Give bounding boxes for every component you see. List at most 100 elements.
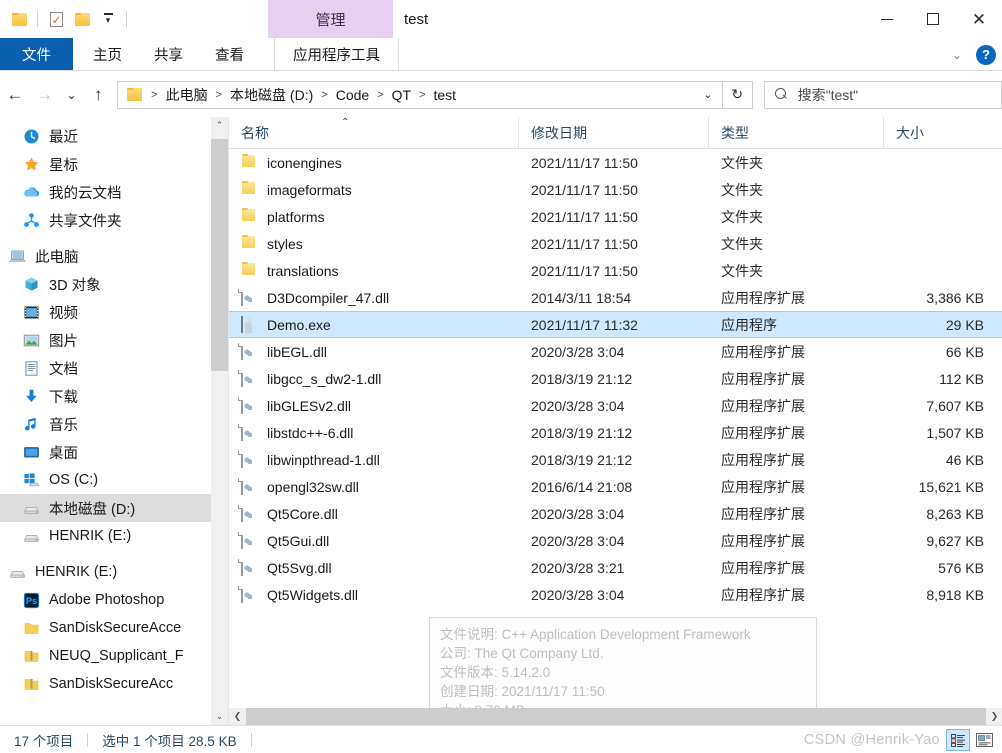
tab-share[interactable]: 共享 [138,38,199,70]
sidebar-item-sandisksecureacc[interactable]: SanDiskSecureAcc [0,670,228,698]
sidebar-item-音乐[interactable]: 音乐 [0,410,228,438]
scroll-left-button[interactable]: ❮ [229,708,246,725]
table-row[interactable]: translations 2021/11/17 11:50 文件夹 [229,257,1002,284]
cell-date: 2021/11/17 11:50 [531,181,638,198]
tab-file[interactable]: 文件 [0,38,73,70]
tab-home[interactable]: 主页 [77,38,138,70]
table-row[interactable]: Qt5Svg.dll 2020/3/28 3:21 应用程序扩展 576 KB [229,554,1002,581]
cell-date: 2021/11/17 11:50 [531,154,638,171]
help-button[interactable]: ? [976,44,996,65]
scroll-up-button[interactable]: ⌃ [211,117,228,134]
cell-size: 1,507 KB [926,424,984,441]
scrollbar-thumb[interactable] [211,139,228,371]
sidebar-item-henrik-e-[interactable]: HENRIK (E:) [0,558,228,586]
sort-ascending-icon: ⌃ [341,117,350,128]
tab-application-tools[interactable]: 应用程序工具 [274,38,399,70]
collapse-ribbon-button[interactable]: ⌄ [946,44,968,66]
details-view-button[interactable] [946,729,970,751]
new-folder-button[interactable] [6,6,32,32]
sidebar-item-os-c-[interactable]: OS (C:) [0,466,228,494]
sidebar-item-最近[interactable]: 最近 [0,122,228,150]
sidebar-item-视频[interactable]: 视频 [0,298,228,326]
breadcrumb-item-0[interactable]: 此电脑 [163,85,211,105]
sidebar-item-此电脑[interactable]: 此电脑 [0,242,228,270]
table-row[interactable]: libwinpthread-1.dll 2018/3/19 21:12 应用程序扩展… [229,446,1002,473]
sidebar-item-共享文件夹[interactable]: 共享文件夹 [0,206,228,234]
back-button[interactable]: ← [0,79,30,111]
file-list-horizontal-scrollbar[interactable]: ❮ ❯ [229,708,1002,725]
sidebar-item-neuq_supplicant_f[interactable]: NEUQ_Supplicant_F [0,642,228,670]
forward-button[interactable]: → [30,79,60,111]
breadcrumb-item-2[interactable]: Code [333,87,372,103]
table-row[interactable]: libstdc++-6.dll 2018/3/19 21:12 应用程序扩展 1,50… [229,419,1002,446]
address-path-box[interactable]: > 此电脑 > 本地磁盘 (D:) > Code > QT > test ⌄ [117,80,723,109]
sidebar-item-图片[interactable]: 图片 [0,326,228,354]
tab-view[interactable]: 查看 [199,38,260,70]
folder-icon [241,262,258,279]
sidebar-item-文档[interactable]: 文档 [0,354,228,382]
sidebar-item-3d-对象[interactable]: 3D 对象 [0,270,228,298]
minimize-button[interactable] [864,0,910,38]
table-row[interactable]: Demo.exe 2021/11/17 11:32 应用程序 29 KB [229,311,1002,338]
close-button[interactable]: ✕ [956,0,1002,38]
cell-size: 8,918 KB [926,586,984,603]
sidebar-item-我的云文档[interactable]: 我的云文档 [0,178,228,206]
watermark-text: CSDN @Henrik-Yao [803,732,940,748]
column-header-size[interactable]: 大小 [884,117,1002,149]
cell-size: 7,607 KB [926,397,984,414]
horizontal-scrollbar-thumb[interactable] [246,708,986,725]
table-row[interactable]: imageformats 2021/11/17 11:50 文件夹 [229,176,1002,203]
file-name: translations [267,262,339,279]
scroll-down-button[interactable]: ⌄ [211,708,228,725]
navigation-scrollbar[interactable]: ⌃ ⌄ [211,117,228,725]
cell-date: 2021/11/17 11:50 [531,235,638,252]
dll-icon [238,397,258,414]
sidebar-item-label: 我的云文档 [49,185,122,202]
large-icons-view-button[interactable] [972,729,996,751]
column-header-date[interactable]: 修改日期 [519,116,709,149]
sidebar-item-下载[interactable]: 下载 [0,382,228,410]
sidebar-item-桌面[interactable]: 桌面 [0,438,228,466]
table-row[interactable]: libgcc_s_dw2-1.dll 2018/3/19 21:12 应用程序扩展 1… [229,365,1002,392]
table-row[interactable]: libGLESv2.dll 2020/3/28 3:04 应用程序扩展 7,607 K… [229,392,1002,419]
cell-date: 2020/3/28 3:04 [531,397,625,414]
table-row[interactable]: Qt5Core.dll 2020/3/28 3:04 应用程序扩展 8,263 KB [229,500,1002,527]
customize-qat-button[interactable]: ▾ [95,6,121,32]
recent-locations-button[interactable]: ⌄ [60,79,84,111]
file-name: Qt5Gui.dll [267,532,330,549]
zip-icon [22,648,41,665]
cell-type: 应用程序扩展 [721,559,805,576]
sidebar-item-星标[interactable]: 星标 [0,150,228,178]
search-input[interactable]: 搜索"test" [763,80,1002,109]
maximize-button[interactable] [910,0,956,38]
up-button[interactable]: ↑ [83,79,113,111]
status-divider-2 [250,732,252,747]
table-row[interactable]: Qt5Widgets.dll 2020/3/28 3:04 应用程序扩展 8,918 … [229,581,1002,608]
refresh-button[interactable]: ↻ [722,80,753,109]
table-row[interactable]: libEGL.dll 2020/3/28 3:04 应用程序扩展 66 KB [229,338,1002,365]
cell-date: 2018/3/19 21:12 [531,451,633,468]
address-dropdown-button[interactable]: ⌄ [694,82,722,108]
column-header-type[interactable]: 类型 [709,116,884,149]
arrow-right-icon: → [36,84,54,104]
dll-icon [238,424,258,441]
table-row[interactable]: opengl32sw.dll 2016/6/14 21:08 应用程序扩展 15,62… [229,473,1002,500]
table-row[interactable]: platforms 2021/11/17 11:50 文件夹 [229,203,1002,230]
table-row[interactable]: D3Dcompiler_47.dll 2014/3/11 18:54 应用程序扩展 3… [229,284,1002,311]
scroll-right-button[interactable]: ❯ [986,708,1002,725]
file-name: D3Dcompiler_47.dll [267,289,390,306]
breadcrumb-separator-1: > [215,88,223,101]
table-row[interactable]: Qt5Gui.dll 2020/3/28 3:04 应用程序扩展 9,627 KB [229,527,1002,554]
properties-button[interactable]: ✓ [43,6,69,32]
table-row[interactable]: iconengines 2021/11/17 11:50 文件夹 [229,149,1002,176]
sidebar-item-henrik-e-[interactable]: HENRIK (E:) [0,522,228,550]
breadcrumb-item-1[interactable]: 本地磁盘 (D:) [227,85,316,105]
sidebar-item-adobe-photoshop[interactable]: Ps Adobe Photoshop [0,586,228,614]
breadcrumb-item-4[interactable]: test [431,87,460,103]
sidebar-item-sandisksecureacce[interactable]: SanDiskSecureAcce [0,614,228,642]
column-header-name[interactable]: 名称 [229,116,519,149]
table-row[interactable]: styles 2021/11/17 11:50 文件夹 [229,230,1002,257]
breadcrumb-item-3[interactable]: QT [389,87,414,103]
sidebar-item-本地磁盘-d-[interactable]: 本地磁盘 (D:) [0,494,228,522]
new-folder-button-2[interactable] [69,6,95,32]
